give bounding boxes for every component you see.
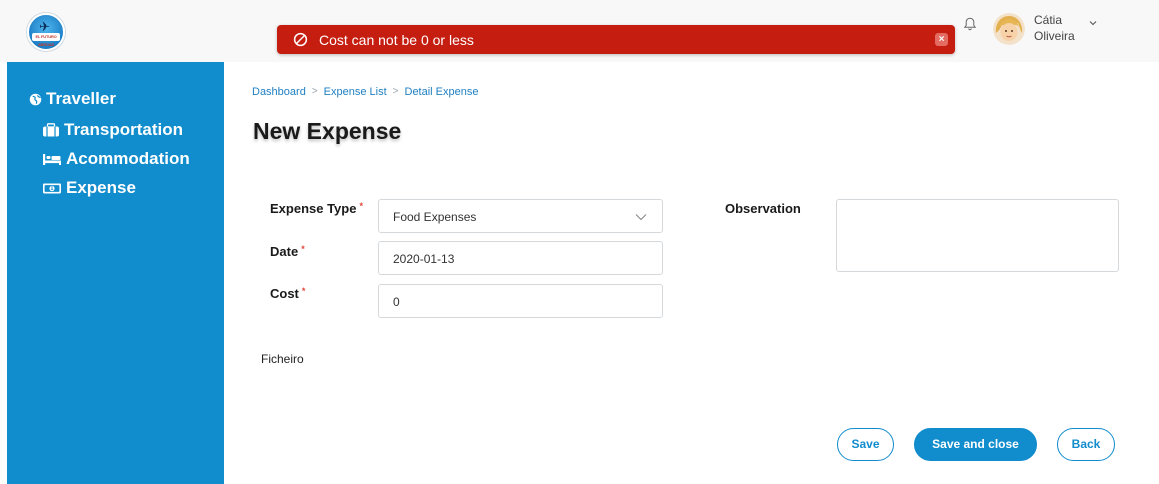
bed-icon	[43, 153, 61, 165]
avatar[interactable]	[993, 13, 1025, 45]
sidebar-item-label: Expense	[66, 178, 136, 197]
sidebar-item-transportation[interactable]: Transportation	[42, 120, 183, 140]
svg-text:1: 1	[50, 186, 53, 192]
expense-type-select[interactable]: Food Expenses	[378, 199, 663, 233]
file-label: Ficheiro	[261, 352, 304, 366]
date-label: Date *	[270, 244, 305, 259]
prohibited-icon	[293, 32, 308, 47]
expense-type-label: Expense Type *	[270, 201, 363, 216]
observation-textarea[interactable]	[836, 199, 1119, 272]
logo-text: EL FUTURO ABROAD	[32, 33, 60, 47]
sidebar-item-expense[interactable]: 1 Expense	[42, 178, 136, 198]
expense-type-label-text: Expense Type	[270, 201, 357, 216]
breadcrumb: Dashboard > Expense List > Detail Expens…	[252, 85, 479, 99]
alert-message: Cost can not be 0 or less	[319, 32, 474, 48]
sidebar-item-label: Transportation	[64, 120, 184, 139]
page-title: New Expense	[253, 118, 402, 144]
save-button[interactable]: Save	[837, 428, 894, 461]
chevron-down-icon[interactable]	[1088, 18, 1098, 28]
cost-field[interactable]: 0	[378, 284, 663, 318]
expense-type-value: Food Expenses	[393, 210, 477, 224]
observation-label: Observation	[725, 201, 801, 216]
app-logo[interactable]: ✈ EL FUTURO ABROAD	[27, 13, 65, 51]
user-last-name: Oliveira	[1034, 29, 1075, 43]
cost-label: Cost *	[270, 286, 305, 301]
user-name[interactable]: Cátia Oliveira	[1034, 12, 1075, 44]
globe-icon	[29, 93, 42, 105]
save-and-close-button[interactable]: Save and close	[914, 428, 1037, 461]
bell-icon[interactable]	[962, 16, 978, 32]
breadcrumb-detail-expense[interactable]: Detail Expense	[405, 85, 479, 99]
chevron-right-icon: >	[392, 86, 399, 97]
money-icon: 1	[43, 183, 61, 193]
required-mark: *	[359, 201, 363, 211]
user-first-name: Cátia	[1034, 13, 1063, 27]
sidebar-item-traveller[interactable]: Traveller	[29, 89, 116, 109]
cost-value: 0	[393, 295, 400, 309]
back-button[interactable]: Back	[1057, 428, 1115, 461]
cost-label-text: Cost	[270, 286, 299, 301]
chevron-down-icon	[635, 214, 647, 221]
suitcase-icon	[43, 123, 59, 137]
date-value: 2020-01-13	[393, 252, 455, 266]
date-label-text: Date	[270, 244, 299, 259]
sidebar-item-label: Acommodation	[66, 149, 190, 168]
top-bar: ✈ EL FUTURO ABROAD Cost can not be 0 or …	[0, 0, 1159, 62]
date-field[interactable]: 2020-01-13	[378, 241, 663, 275]
required-mark: *	[301, 286, 306, 296]
sidebar-item-label: Traveller	[46, 89, 116, 108]
chevron-right-icon: >	[311, 86, 318, 97]
required-mark: *	[301, 244, 305, 254]
breadcrumb-expense-list[interactable]: Expense List	[324, 85, 387, 99]
sidebar: Traveller Transportation Acommodation 1 …	[7, 62, 224, 484]
breadcrumb-dashboard[interactable]: Dashboard	[252, 85, 306, 99]
plane-icon: ✈	[39, 19, 50, 34]
alert-close-button[interactable]: ×	[935, 33, 948, 46]
error-alert: Cost can not be 0 or less ×	[277, 25, 955, 54]
sidebar-item-acommodation[interactable]: Acommodation	[42, 149, 190, 169]
